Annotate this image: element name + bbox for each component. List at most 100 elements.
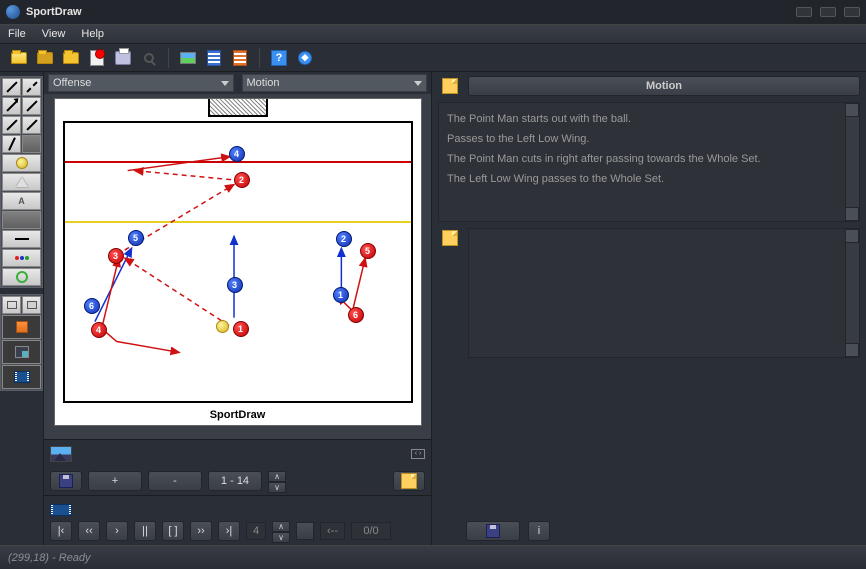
aux-tool-1[interactable] <box>2 296 21 314</box>
playback-rewind-button[interactable]: ‹‹ <box>78 521 100 541</box>
spin-up[interactable]: ∧ <box>268 471 286 482</box>
help-button[interactable]: ? <box>268 47 290 69</box>
yellow-line <box>65 221 411 223</box>
menu-preset-button[interactable] <box>2 340 41 364</box>
line-tool[interactable] <box>2 78 21 96</box>
app-title: SportDraw <box>26 6 82 18</box>
player-red-3[interactable]: 3 <box>108 248 124 264</box>
frame-number-field[interactable]: 4 <box>246 522 266 540</box>
scroll-down-button[interactable] <box>845 343 859 357</box>
window-minimize-button[interactable] <box>796 7 812 17</box>
print-button[interactable] <box>112 47 134 69</box>
arrow-tool[interactable] <box>2 97 21 115</box>
film-icon <box>50 504 72 516</box>
player-red-2[interactable]: 2 <box>234 172 250 188</box>
notes-icon-2 <box>442 230 458 246</box>
scroll-up-button[interactable] <box>845 229 859 243</box>
player-blue-4[interactable]: 4 <box>229 146 245 162</box>
player-red-6[interactable]: 6 <box>348 307 364 323</box>
dashed-line-tool[interactable] <box>22 78 41 96</box>
frame-spin[interactable]: ∧∨ <box>272 521 290 541</box>
scroll-down-button[interactable] <box>845 207 859 221</box>
player-blue-3[interactable]: 3 <box>227 277 243 293</box>
playback-pause-button[interactable]: || <box>134 521 156 541</box>
save-frame-button[interactable] <box>50 471 82 491</box>
canvas-footer-label: SportDraw <box>55 409 421 421</box>
zoom-button[interactable] <box>138 47 160 69</box>
menu-file[interactable]: File <box>8 28 26 40</box>
mountain-icon <box>50 446 72 462</box>
collapse-icon[interactable]: ‹ › <box>411 449 425 459</box>
toolbar-separator <box>168 48 169 68</box>
list-blue-button[interactable] <box>203 47 225 69</box>
player-red-4[interactable]: 4 <box>91 322 107 338</box>
swap-label[interactable]: ‹-- <box>320 522 345 540</box>
save-notes-button[interactable] <box>466 521 520 541</box>
spin-down[interactable]: ∨ <box>268 482 286 493</box>
menu-help[interactable]: Help <box>81 28 104 40</box>
block-line-tool[interactable] <box>2 116 21 134</box>
playback-play-button[interactable]: › <box>106 521 128 541</box>
spin-up[interactable]: ∧ <box>272 521 290 532</box>
play-description[interactable]: The Point Man starts out with the ball. … <box>438 102 860 222</box>
list-orange-button[interactable] <box>229 47 251 69</box>
cone-tool[interactable] <box>2 173 41 191</box>
player-blue-1[interactable]: 1 <box>333 287 349 303</box>
scroll-up-button[interactable] <box>845 103 859 117</box>
image-button[interactable] <box>177 47 199 69</box>
target-tool[interactable] <box>2 268 41 286</box>
menu-view[interactable]: View <box>42 28 66 40</box>
freehand-tool[interactable] <box>2 135 21 153</box>
range-spin[interactable]: ∧∨ <box>268 471 286 491</box>
play-dropdown-value: Motion <box>247 77 280 89</box>
save-button[interactable] <box>34 47 56 69</box>
ball-tool[interactable] <box>2 154 41 172</box>
about-button[interactable]: ◆ <box>294 47 316 69</box>
notes-button[interactable] <box>393 471 425 491</box>
window-maximize-button[interactable] <box>820 7 836 17</box>
cross-line-tool[interactable] <box>22 116 41 134</box>
player-blue-2[interactable]: 2 <box>336 231 352 247</box>
frame-range-label: 1 - 14 <box>208 471 262 491</box>
player-red-5[interactable]: 5 <box>360 243 376 259</box>
orange-preset-button[interactable] <box>2 315 41 339</box>
notes-icon <box>442 78 458 94</box>
playback-mode-button[interactable] <box>296 522 314 540</box>
category-dropdown-value: Offense <box>53 77 91 89</box>
player-blue-6[interactable]: 6 <box>84 298 100 314</box>
playback-first-button[interactable]: |‹ <box>50 521 72 541</box>
scrollbar[interactable] <box>845 229 859 357</box>
folder-button[interactable] <box>60 47 82 69</box>
aux-tool-2[interactable] <box>22 296 41 314</box>
spin-down[interactable]: ∨ <box>272 532 290 543</box>
color-tool[interactable] <box>2 249 41 267</box>
goal-icon <box>208 99 268 117</box>
info-button[interactable]: i <box>528 521 550 541</box>
playback-ff-button[interactable]: ›› <box>190 521 212 541</box>
line-style-tool[interactable] <box>2 230 41 248</box>
film-preset-button[interactable] <box>2 365 41 389</box>
category-dropdown[interactable]: Offense <box>48 74 234 92</box>
drawing-canvas[interactable]: 453621234156 SportDraw <box>54 98 422 426</box>
window-close-button[interactable] <box>844 7 860 17</box>
double-arrow-tool[interactable] <box>22 97 41 115</box>
tool-palette: A <box>0 72 44 545</box>
ball-icon[interactable] <box>216 320 229 333</box>
scrollbar[interactable] <box>845 103 859 221</box>
open-folder-button[interactable] <box>8 47 30 69</box>
player-red-1[interactable]: 1 <box>233 321 249 337</box>
text-tool[interactable]: A <box>2 192 41 210</box>
playback-bracket-button[interactable]: [ ] <box>162 521 184 541</box>
new-doc-button[interactable] <box>86 47 108 69</box>
position-label: 0/0 <box>351 522 391 540</box>
notes-textbox[interactable] <box>468 228 860 358</box>
description-line: The Point Man starts out with the ball. <box>447 109 851 129</box>
player-blue-5[interactable]: 5 <box>128 230 144 246</box>
play-dropdown[interactable]: Motion <box>242 74 428 92</box>
playback-last-button[interactable]: ›| <box>218 521 240 541</box>
remove-frame-button[interactable]: - <box>148 471 202 491</box>
add-frame-button[interactable]: + <box>88 471 142 491</box>
description-line: The Left Low Wing passes to the Whole Se… <box>447 169 851 189</box>
disabled-tool <box>22 135 41 153</box>
toolbar-separator <box>259 48 260 68</box>
